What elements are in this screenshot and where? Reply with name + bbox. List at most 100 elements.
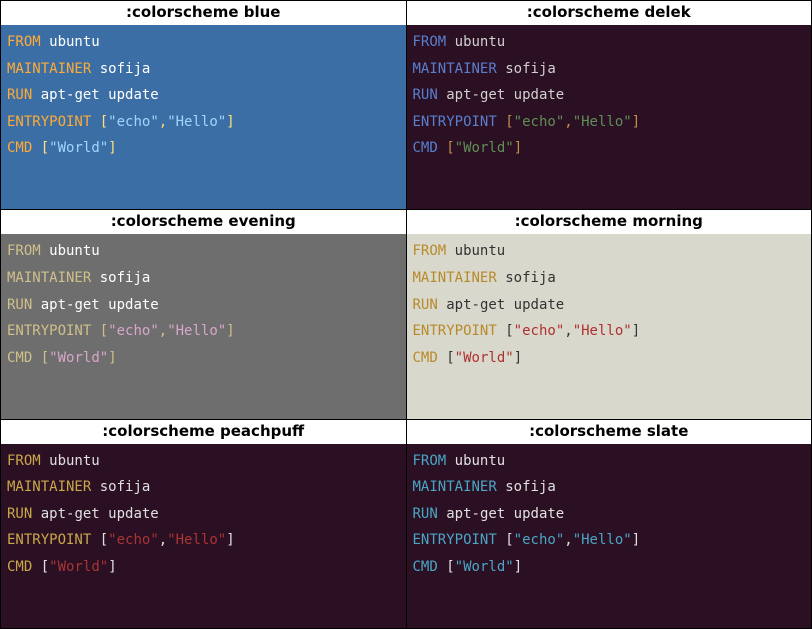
token-pun bbox=[438, 350, 446, 366]
token-keyword: FROM bbox=[413, 243, 447, 259]
token-keyword: FROM bbox=[7, 453, 41, 469]
scheme-panel-delek: :colorscheme delek FROM ubuntuMAINTAINER… bbox=[407, 1, 812, 209]
token-str: "Hello" bbox=[573, 114, 632, 130]
scheme-title: :colorscheme delek bbox=[407, 1, 812, 25]
token-id: apt-get update bbox=[438, 506, 564, 522]
scheme-panel-blue: :colorscheme blue FROM ubuntuMAINTAINER … bbox=[1, 1, 406, 209]
token-keyword: MAINTAINER bbox=[413, 479, 497, 495]
token-br: ] bbox=[226, 323, 234, 339]
token-pun: , bbox=[159, 114, 167, 130]
token-keyword: RUN bbox=[413, 297, 438, 313]
code-line: ENTRYPOINT ["echo","Hello"] bbox=[413, 109, 806, 136]
token-br: ] bbox=[632, 114, 640, 130]
code-line: FROM ubuntu bbox=[413, 29, 806, 56]
scheme-panel-morning: :colorscheme morning FROM ubuntuMAINTAIN… bbox=[407, 210, 812, 418]
token-str: "World" bbox=[455, 350, 514, 366]
token-keyword: RUN bbox=[7, 87, 32, 103]
token-pun bbox=[32, 559, 40, 575]
code-block: FROM ubuntuMAINTAINER sofijaRUN apt-get … bbox=[1, 444, 406, 628]
token-keyword: FROM bbox=[413, 453, 447, 469]
token-pun bbox=[497, 114, 505, 130]
code-line: MAINTAINER sofija bbox=[413, 56, 806, 83]
token-keyword: CMD bbox=[7, 350, 32, 366]
token-str: "Hello" bbox=[167, 114, 226, 130]
token-br: [ bbox=[41, 140, 49, 156]
token-keyword: CMD bbox=[7, 559, 32, 575]
token-str: "Hello" bbox=[573, 323, 632, 339]
token-id: ubuntu bbox=[446, 453, 505, 469]
token-keyword: MAINTAINER bbox=[413, 61, 497, 77]
token-keyword: ENTRYPOINT bbox=[7, 532, 91, 548]
token-pun bbox=[91, 532, 99, 548]
token-br: [ bbox=[446, 559, 454, 575]
token-br: ] bbox=[108, 350, 116, 366]
token-br: [ bbox=[41, 559, 49, 575]
token-id: apt-get update bbox=[32, 506, 158, 522]
token-br: [ bbox=[446, 350, 454, 366]
token-pun: , bbox=[159, 323, 167, 339]
token-br: [ bbox=[100, 532, 108, 548]
token-id: ubuntu bbox=[41, 243, 100, 259]
token-keyword: CMD bbox=[413, 350, 438, 366]
token-keyword: ENTRYPOINT bbox=[7, 323, 91, 339]
token-keyword: RUN bbox=[7, 297, 32, 313]
token-str: "echo" bbox=[108, 114, 159, 130]
token-br: ] bbox=[226, 532, 234, 548]
token-str: "echo" bbox=[108, 532, 159, 548]
token-id: sofija bbox=[91, 479, 150, 495]
token-pun bbox=[91, 114, 99, 130]
token-keyword: MAINTAINER bbox=[7, 479, 91, 495]
token-br: [ bbox=[505, 323, 513, 339]
token-br: ] bbox=[632, 532, 640, 548]
token-keyword: MAINTAINER bbox=[7, 61, 91, 77]
token-keyword: CMD bbox=[413, 559, 438, 575]
token-id: sofija bbox=[91, 61, 150, 77]
token-keyword: RUN bbox=[413, 87, 438, 103]
code-line: MAINTAINER sofija bbox=[413, 474, 806, 501]
token-str: "Hello" bbox=[573, 532, 632, 548]
token-pun: , bbox=[564, 532, 572, 548]
token-pun bbox=[32, 350, 40, 366]
token-keyword: CMD bbox=[413, 140, 438, 156]
token-keyword: MAINTAINER bbox=[413, 270, 497, 286]
token-br: ] bbox=[226, 114, 234, 130]
token-br: [ bbox=[505, 114, 513, 130]
token-keyword: FROM bbox=[7, 34, 41, 50]
token-str: "World" bbox=[49, 350, 108, 366]
token-id: sofija bbox=[497, 270, 556, 286]
token-pun bbox=[32, 140, 40, 156]
code-line: ENTRYPOINT ["echo","Hello"] bbox=[413, 318, 806, 345]
code-line: ENTRYPOINT ["echo","Hello"] bbox=[7, 109, 400, 136]
token-id: ubuntu bbox=[446, 243, 505, 259]
scheme-title: :colorscheme peachpuff bbox=[1, 420, 406, 444]
code-line: ENTRYPOINT ["echo","Hello"] bbox=[413, 527, 806, 554]
token-id: apt-get update bbox=[438, 87, 564, 103]
token-str: "World" bbox=[49, 140, 108, 156]
code-block: FROM ubuntuMAINTAINER sofija RUN apt-get … bbox=[407, 25, 812, 209]
code-block: FROM ubuntuMAINTAINER sofijaRUN apt-get … bbox=[1, 25, 406, 209]
code-line: ENTRYPOINT ["echo","Hello"] bbox=[7, 527, 400, 554]
token-br: ] bbox=[632, 323, 640, 339]
code-line: CMD ["World"] bbox=[413, 345, 806, 372]
code-line: ENTRYPOINT ["echo","Hello"] bbox=[7, 318, 400, 345]
token-str: "Hello" bbox=[167, 532, 226, 548]
code-line: MAINTAINER sofija bbox=[7, 474, 400, 501]
token-pun bbox=[497, 532, 505, 548]
code-line: RUN apt-get update bbox=[413, 292, 806, 319]
token-br: ] bbox=[514, 559, 522, 575]
scheme-title: :colorscheme blue bbox=[1, 1, 406, 25]
token-br: ] bbox=[108, 140, 116, 156]
scheme-panel-peachpuff: :colorscheme peachpuff FROM ubuntuMAINTA… bbox=[1, 420, 406, 628]
token-br: [ bbox=[505, 532, 513, 548]
token-str: "World" bbox=[455, 140, 514, 156]
token-id: apt-get update bbox=[438, 297, 564, 313]
code-line: CMD ["World"] bbox=[413, 554, 806, 581]
code-block: FROM ubuntuMAINTAINER sofijaRUN apt-get … bbox=[1, 234, 406, 418]
code-line: FROM ubuntu bbox=[7, 238, 400, 265]
token-pun bbox=[438, 140, 446, 156]
token-keyword: ENTRYPOINT bbox=[413, 532, 497, 548]
token-br: ] bbox=[514, 350, 522, 366]
token-id: sofija bbox=[91, 270, 150, 286]
code-line: FROM ubuntu bbox=[7, 29, 400, 56]
token-pun bbox=[91, 323, 99, 339]
